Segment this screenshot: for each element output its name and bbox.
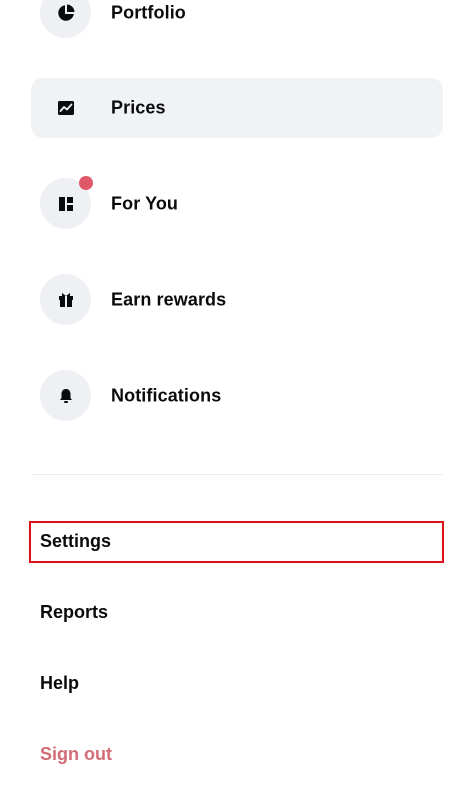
nav-item-portfolio[interactable]: Portfolio (31, 0, 443, 43)
nav-label-earn-rewards: Earn rewards (111, 289, 227, 310)
nav-item-earn-rewards[interactable]: Earn rewards (31, 270, 443, 330)
gift-icon (40, 274, 91, 325)
menu-divider (31, 474, 443, 475)
nav-label-notifications: Notifications (111, 385, 222, 406)
reports-link[interactable]: Reports (40, 602, 108, 623)
nav-label-portfolio: Portfolio (111, 2, 186, 23)
bell-icon (40, 370, 91, 421)
settings-highlight-box (29, 521, 444, 563)
help-link[interactable]: Help (40, 673, 79, 694)
line-chart-icon (40, 82, 91, 133)
nav-label-for-you: For You (111, 193, 179, 214)
sign-out-link[interactable]: Sign out (40, 744, 112, 765)
pie-chart-icon (40, 0, 91, 38)
nav-item-prices[interactable]: Prices (31, 78, 443, 138)
notification-badge (79, 176, 93, 190)
nav-item-notifications[interactable]: Notifications (31, 366, 443, 426)
nav-item-for-you[interactable]: For You (31, 174, 443, 234)
nav-label-prices: Prices (111, 97, 166, 118)
